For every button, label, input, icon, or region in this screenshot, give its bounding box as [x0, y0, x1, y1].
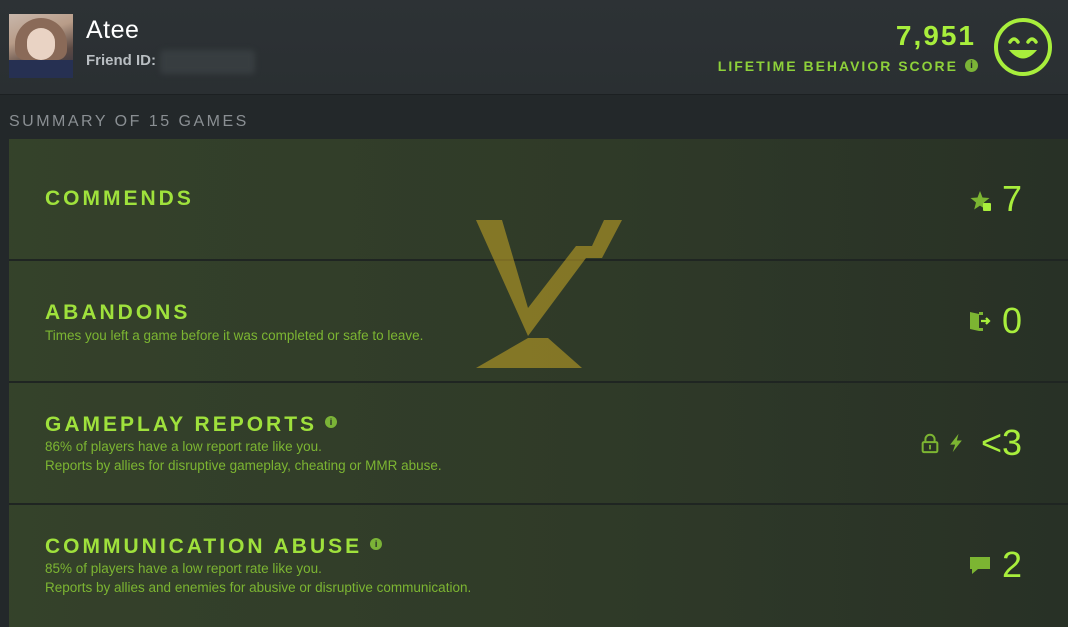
row-title-text: GAMEPLAY REPORTS [45, 413, 318, 436]
commends-value: 7 [1001, 178, 1022, 219]
avatar[interactable] [9, 14, 73, 78]
star-thumb-icon [970, 191, 991, 211]
behavior-score-label: LIFETIME BEHAVIOR SCORE [717, 58, 958, 74]
row-description: 85% of players have a low report rate li… [45, 561, 322, 576]
profile-header: Atee Friend ID: 7,951 LIFETIME BEHAVIOR … [0, 0, 1068, 95]
info-icon[interactable]: i [325, 416, 338, 429]
abandons-value: 0 [1001, 300, 1022, 341]
friend-id-label: Friend ID: [86, 52, 156, 69]
communication-abuse-value: 2 [1001, 544, 1022, 585]
user-name: Atee [86, 16, 140, 44]
lightning-icon [950, 433, 962, 453]
row-description: Times you left a game before it was comp… [45, 328, 424, 343]
gameplay-reports-row: GAMEPLAY REPORTS i 86% of players have a … [9, 383, 1068, 505]
row-description: Reports by allies and enemies for abusiv… [45, 580, 472, 595]
row-title-text: COMMUNICATION ABUSE [45, 535, 363, 558]
row-title: ABANDONS [45, 301, 191, 324]
row-title: COMMUNICATION ABUSE i [45, 535, 383, 559]
friend-id-redacted [160, 50, 255, 74]
row-title: COMMENDS [45, 187, 194, 210]
logo-emblem [476, 220, 622, 368]
info-icon[interactable]: i [370, 538, 383, 551]
smiley-face-icon [994, 18, 1052, 76]
row-title: GAMEPLAY REPORTS i [45, 413, 338, 437]
row-description: 86% of players have a low report rate li… [45, 439, 322, 454]
exit-door-icon [970, 312, 991, 331]
communication-abuse-row: COMMUNICATION ABUSE i 85% of players have… [9, 505, 1068, 627]
info-icon[interactable]: i [965, 59, 978, 72]
chat-bubble-icon [970, 557, 990, 574]
behavior-score-value: 7,951 [895, 20, 976, 51]
row-description: Reports by allies for disruptive gamepla… [45, 458, 442, 473]
summary-title: SUMMARY OF 15 GAMES [9, 113, 249, 130]
lock-icon [921, 433, 939, 454]
gameplay-reports-value: <3 [980, 422, 1022, 463]
